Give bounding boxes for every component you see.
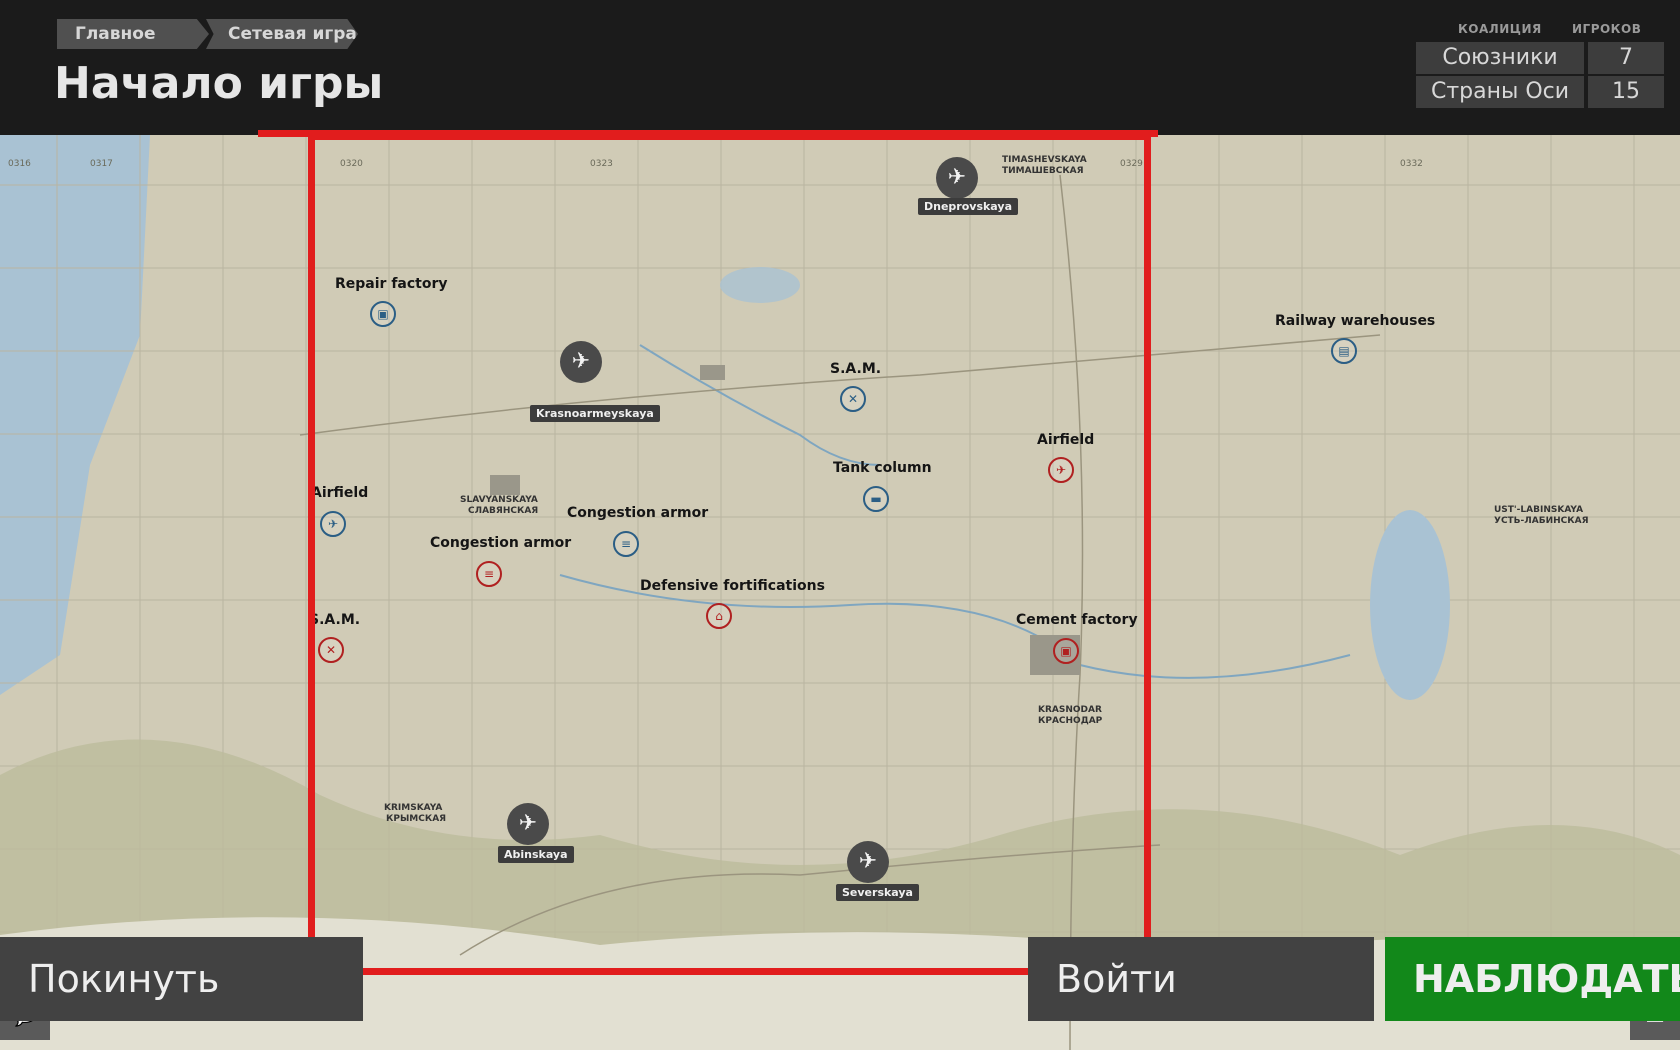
grid-label: 0317: [90, 159, 113, 169]
team-row-axis[interactable]: Страны Оси 15: [1416, 76, 1664, 108]
team-name: Союзники: [1416, 42, 1584, 74]
breadcrumb-main-menu[interactable]: Главное меню: [57, 19, 209, 49]
join-as-gunner-button[interactable]: Войти стрелком: [1028, 937, 1374, 1050]
team-name: Страны Оси: [1416, 76, 1584, 108]
spectate-button[interactable]: НАБЛЮДАТЬ: [1385, 937, 1680, 1021]
map-highlight-frame-top: [258, 130, 1158, 137]
town-label: UST'-LABINSKAYA: [1494, 505, 1584, 515]
header-bar: Главное меню Сетевая игра Начало игры КО…: [0, 0, 1680, 135]
players-column-header: ИГРОКОВ: [1572, 22, 1642, 36]
page-title: Начало игры: [54, 58, 384, 109]
grid-label: 0332: [1400, 159, 1423, 169]
team-row-allies[interactable]: Союзники 7: [1416, 42, 1664, 74]
team-player-count: 15: [1588, 76, 1664, 108]
breadcrumb-multiplayer[interactable]: Сетевая игра: [206, 19, 358, 49]
leave-server-button[interactable]: Покинуть сервер: [0, 937, 363, 1050]
map-highlight-frame: [308, 133, 1151, 975]
objective-label: Railway warehouses: [1275, 313, 1436, 329]
train-icon[interactable]: ▤: [1331, 338, 1357, 364]
coalition-column-header: КОАЛИЦИЯ: [1458, 22, 1542, 36]
town-label: УСТЬ-ЛАБИНСКАЯ: [1494, 516, 1589, 526]
grid-label: 0316: [8, 159, 31, 169]
team-player-count: 7: [1588, 42, 1664, 74]
